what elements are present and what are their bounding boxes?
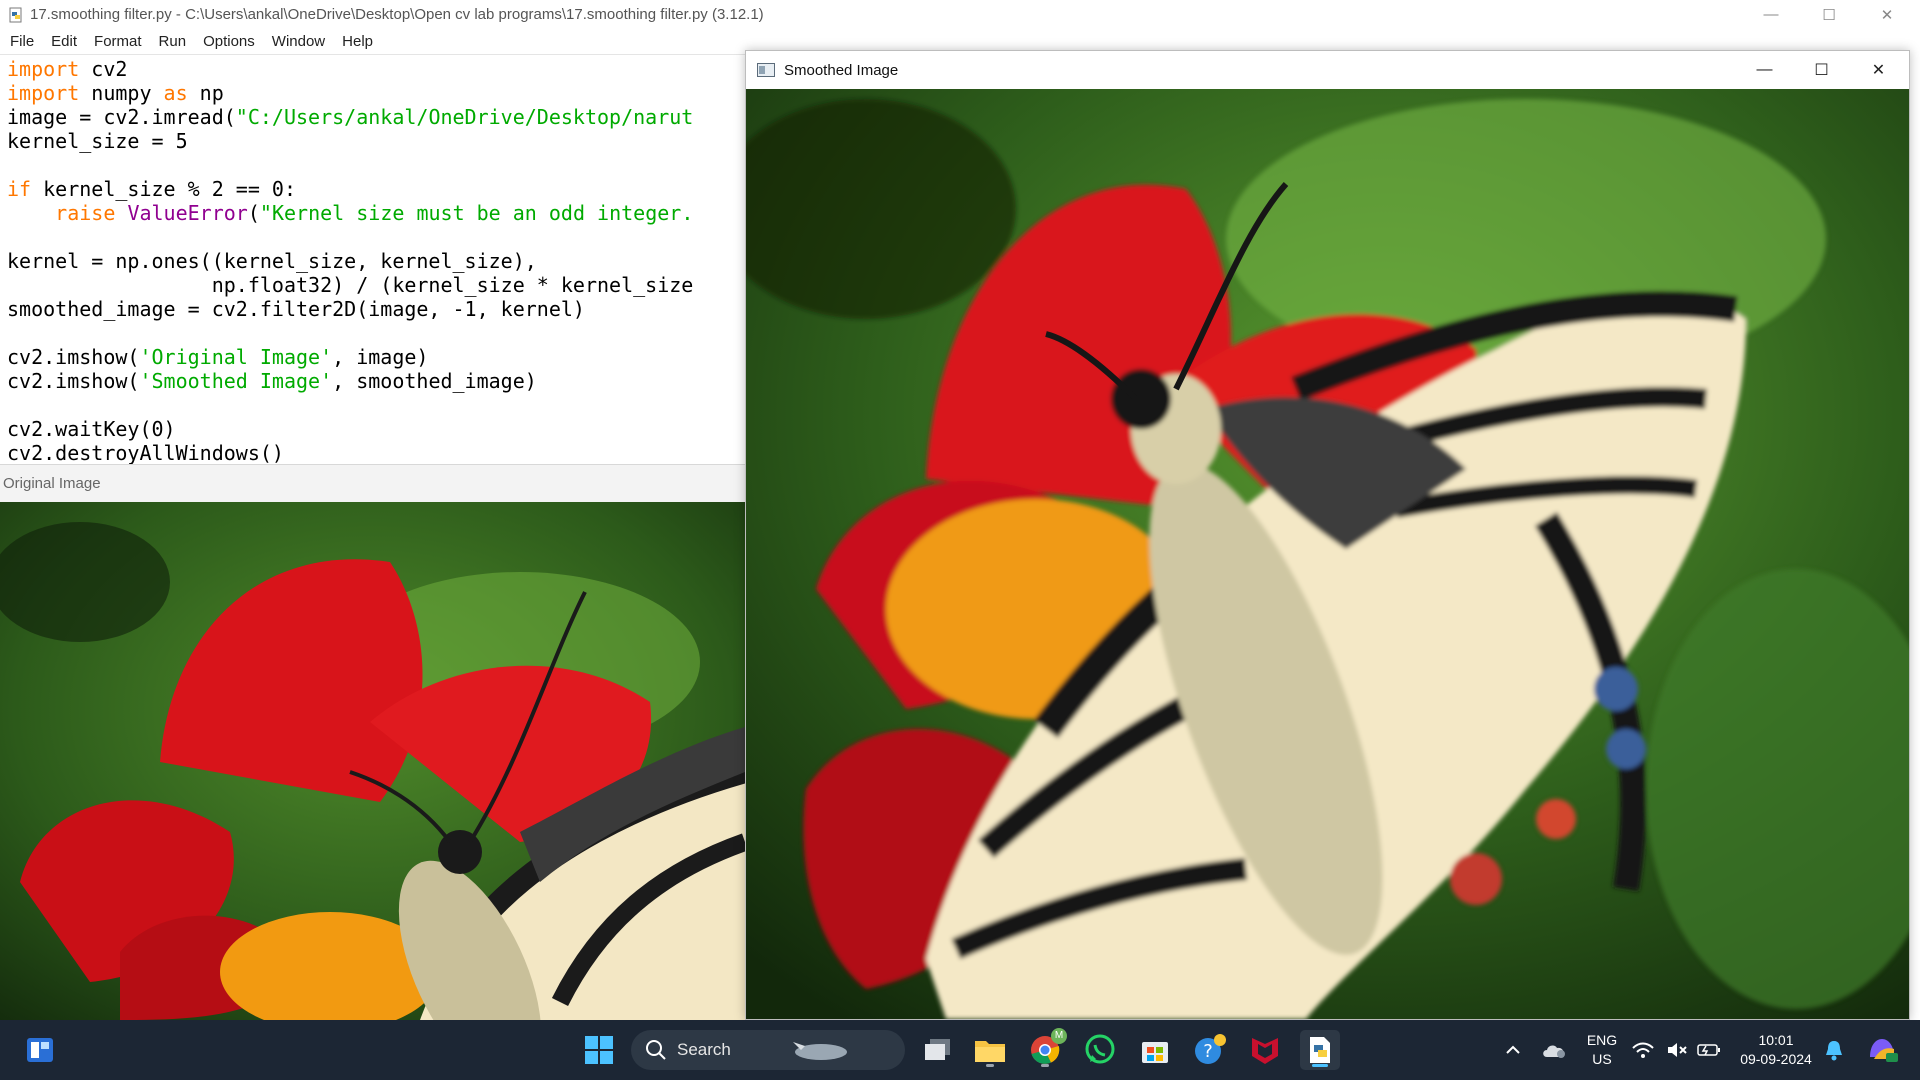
volume-muted-icon[interactable] (1663, 1030, 1691, 1070)
menu-edit[interactable]: Edit (51, 33, 77, 50)
chevron-up-icon[interactable] (1493, 1030, 1533, 1070)
smoothed-image-canvas (746, 89, 1909, 1019)
menu-bar: File Edit Format Run Options Window Help (0, 29, 745, 54)
code-line[interactable]: cv2.imshow('Smoothed Image', smoothed_im… (7, 369, 745, 393)
region-code: US (1592, 1051, 1612, 1067)
get-help-icon[interactable]: ? (1190, 1030, 1230, 1070)
language-indicator[interactable]: ENG US (1580, 1031, 1624, 1069)
butterfly-photo-smoothed (746, 89, 1909, 1019)
mcafee-icon[interactable] (1245, 1030, 1285, 1070)
original-image-window-title: Original Image (0, 464, 745, 502)
smoothed-maximize-button[interactable]: ☐ (1793, 51, 1850, 89)
code-line[interactable]: kernel = np.ones((kernel_size, kernel_si… (7, 249, 745, 273)
clock[interactable]: 10:01 09-09-2024 (1734, 1031, 1818, 1069)
code-line[interactable]: cv2.destroyAllWindows() (7, 441, 745, 464)
idle-titlebar: 17.smoothing filter.py - C:\Users\ankal\… (0, 0, 1920, 29)
task-view-icon[interactable] (918, 1030, 958, 1070)
taskbar: Search M ? ENG US 10:01 09-09-2024 (0, 1020, 1920, 1080)
menu-window[interactable]: Window (272, 33, 325, 50)
window-title: 17.smoothing filter.py - C:\Users\ankal\… (30, 6, 764, 23)
minimize-button[interactable]: — (1742, 0, 1800, 29)
code-line[interactable]: import numpy as np (7, 81, 745, 105)
code-editor[interactable]: import cv2 import numpy as np image = cv2.… (0, 54, 745, 464)
whatsapp-icon[interactable] (1080, 1030, 1120, 1070)
restore-button[interactable]: ☐ (1800, 0, 1858, 29)
clock-time: 10:01 (1758, 1032, 1794, 1048)
chrome-icon[interactable]: M (1025, 1028, 1067, 1070)
code-line[interactable] (7, 225, 745, 249)
smoothed-close-button[interactable]: ✕ (1850, 51, 1907, 89)
wifi-icon[interactable] (1629, 1030, 1657, 1070)
menu-options[interactable]: Options (203, 33, 255, 50)
butterfly-photo-original (0, 502, 745, 1020)
image-window-icon (757, 63, 775, 77)
battery-icon[interactable] (1694, 1030, 1724, 1070)
code-line[interactable] (7, 321, 745, 345)
code-line[interactable]: kernel_size = 5 (7, 129, 745, 153)
python-file-icon (9, 7, 22, 22)
clock-date: 09-09-2024 (1740, 1051, 1812, 1067)
code-line[interactable] (7, 393, 745, 417)
language-code: ENG (1586, 1032, 1618, 1048)
code-line[interactable]: import cv2 (7, 57, 745, 81)
microsoft-store-icon[interactable] (1135, 1030, 1175, 1070)
smoothed-image-title: Smoothed Image (784, 61, 899, 79)
taskbar-search-box[interactable]: Search (631, 1030, 905, 1070)
code-line[interactable]: cv2.imshow('Original Image', image) (7, 345, 745, 369)
search-highlight-icon (792, 1042, 847, 1060)
code-line[interactable]: raise ValueError("Kernel size must be an… (7, 201, 745, 225)
copilot-icon[interactable] (1862, 1030, 1902, 1070)
onedrive-icon[interactable] (1534, 1030, 1574, 1070)
smoothed-minimize-button[interactable]: — (1736, 51, 1793, 89)
svg-text:?: ? (1203, 1041, 1213, 1062)
code-line[interactable]: np.float32) / (kernel_size * kernel_size (7, 273, 745, 297)
widgets-icon[interactable] (20, 1030, 60, 1070)
code-line[interactable]: image = cv2.imread("C:/Users/ankal/OneDr… (7, 105, 745, 129)
close-button[interactable]: ✕ (1858, 0, 1916, 29)
windows-start-icon[interactable] (579, 1030, 619, 1070)
notification-bell-icon[interactable] (1818, 1030, 1850, 1070)
smoothed-image-window[interactable]: Smoothed Image — ☐ ✕ (745, 50, 1910, 1020)
code-line[interactable]: cv2.waitKey(0) (7, 417, 745, 441)
menu-run[interactable]: Run (159, 33, 187, 50)
menu-file[interactable]: File (10, 33, 34, 50)
original-image-canvas (0, 502, 745, 1020)
code-text[interactable]: import cv2 import numpy as np image = cv2.… (0, 55, 745, 464)
search-label: Search (677, 1040, 731, 1059)
menu-help[interactable]: Help (342, 33, 373, 50)
menu-format[interactable]: Format (94, 33, 142, 50)
python-idle-icon[interactable] (1300, 1030, 1340, 1070)
search-icon (646, 1040, 666, 1060)
chrome-profile-badge: M (1051, 1028, 1067, 1044)
smoothed-image-titlebar[interactable]: Smoothed Image — ☐ ✕ (746, 51, 1909, 89)
code-line[interactable] (7, 153, 745, 177)
file-explorer-icon[interactable] (970, 1030, 1010, 1070)
code-line[interactable]: if kernel_size % 2 == 0: (7, 177, 745, 201)
code-line[interactable]: smoothed_image = cv2.filter2D(image, -1,… (7, 297, 745, 321)
